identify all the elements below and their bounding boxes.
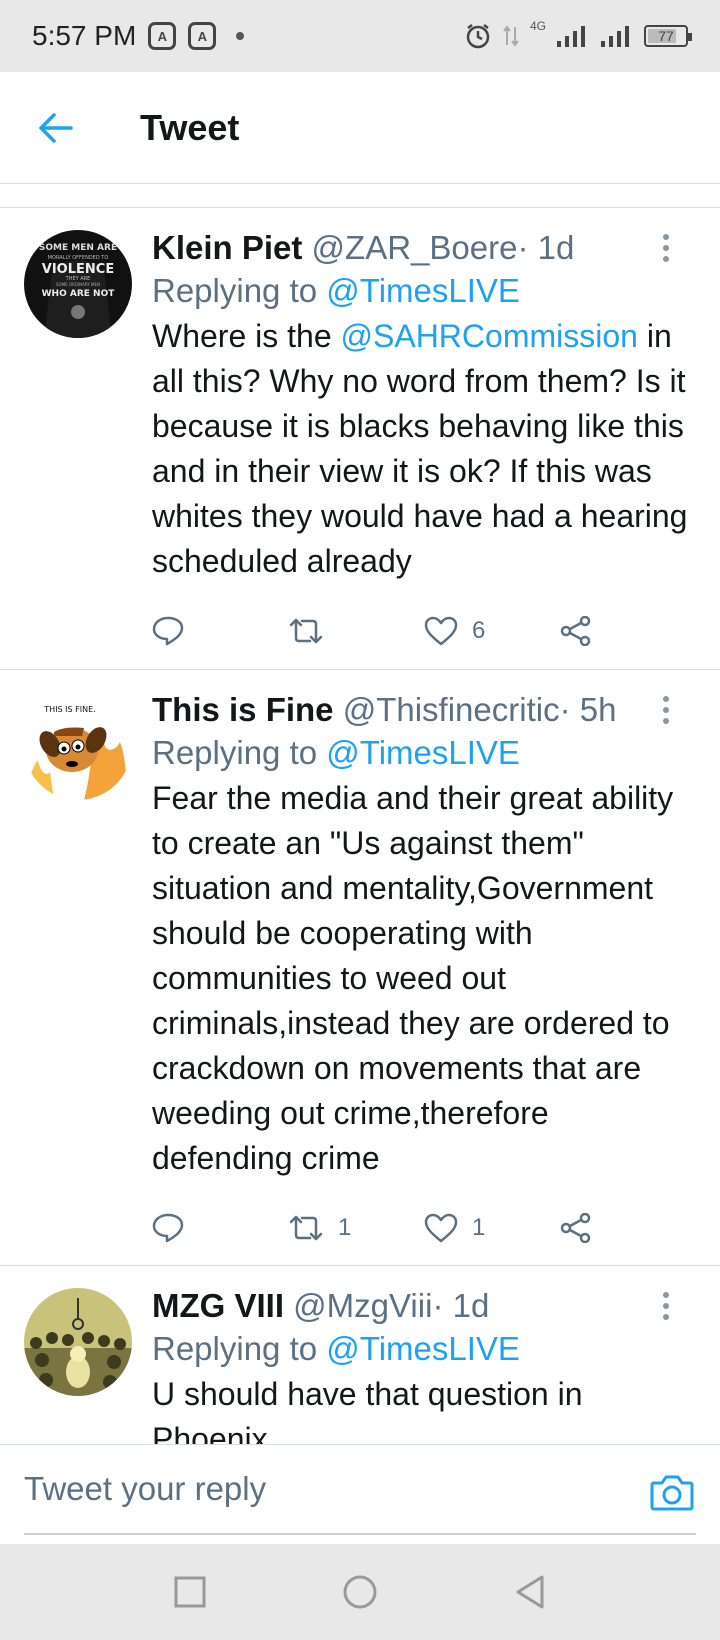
tweet-actions: 1 1 [152, 1181, 696, 1275]
retweet-button[interactable]: 1 [288, 1214, 424, 1242]
svg-text:VIOLENCE: VIOLENCE [42, 262, 114, 277]
retweet-icon [289, 1215, 323, 1241]
tweet-text: Where is the @SAHRCommission in all this… [152, 314, 696, 584]
tweet-text: Fear the media and their great ability t… [152, 780, 674, 1176]
avatar[interactable]: SOME MEN ARE MORALLY OFFENDED TO VIOLENC… [24, 230, 132, 338]
avatar[interactable] [24, 1288, 132, 1396]
replying-prefix: Replying to [152, 734, 318, 771]
reply-button[interactable] [152, 616, 288, 646]
notification-icon: A [148, 22, 177, 50]
signal-icon [601, 26, 629, 47]
replying-to-line: Replying to @TimesLIVE [152, 730, 696, 776]
tweet-text: U should have that question in Phoenix [152, 1376, 583, 1444]
status-bar: 5:57 PM A A 4G 77 [0, 0, 720, 72]
svg-text:THIS IS FINE.: THIS IS FINE. [43, 705, 95, 714]
share-button[interactable] [560, 1213, 696, 1243]
more-options-button[interactable] [654, 1286, 678, 1326]
like-count: 6 [472, 617, 486, 644]
replying-to-link[interactable]: @TimesLIVE [326, 272, 520, 309]
more-options-button[interactable] [654, 690, 678, 730]
retweet-count: 1 [338, 1214, 352, 1241]
avatar[interactable]: THIS IS FINE. [24, 692, 132, 800]
back-nav-button[interactable] [510, 1572, 550, 1612]
like-button[interactable]: 1 [424, 1213, 560, 1243]
reply-icon [152, 616, 184, 646]
input-underline [24, 1533, 696, 1535]
mention-link[interactable]: @SAHRCommission [341, 318, 638, 354]
share-button[interactable] [560, 616, 696, 646]
tweet[interactable]: MZG VIII @MzgViii· 1d Replying to @Times… [0, 1266, 720, 1444]
home-button[interactable] [340, 1572, 380, 1612]
back-button[interactable] [24, 96, 88, 160]
tweet-text-part: in all this? Why no word from them? Is i… [152, 318, 688, 579]
reply-composer [0, 1444, 720, 1544]
status-time: 5:57 PM [32, 20, 137, 51]
like-button[interactable]: 6 [424, 616, 560, 646]
separator-dot: · [559, 691, 571, 728]
retweet-button[interactable] [288, 617, 424, 645]
reply-icon [152, 1213, 184, 1243]
reply-feed[interactable]: SOME MEN ARE MORALLY OFFENDED TO VIOLENC… [0, 208, 720, 1444]
alarm-icon [466, 24, 490, 49]
retweet-icon [289, 618, 323, 644]
tweet[interactable]: SOME MEN ARE MORALLY OFFENDED TO VIOLENC… [0, 208, 720, 670]
author-handle[interactable]: @ZAR_Boere [312, 229, 518, 266]
circle-icon [343, 1575, 377, 1609]
separator-dot: · [517, 229, 529, 266]
heart-icon [424, 616, 458, 646]
replying-prefix: Replying to [152, 272, 318, 309]
author-name[interactable]: MZG VIII [152, 1287, 284, 1324]
more-notifications-dot-icon [236, 32, 245, 40]
heart-icon [424, 1213, 458, 1243]
author-handle[interactable]: @MzgViii [293, 1287, 432, 1324]
recents-button[interactable] [170, 1572, 210, 1612]
author-name[interactable]: Klein Piet [152, 229, 302, 266]
triangle-back-icon [516, 1575, 544, 1609]
svg-text:MORALLY OFFENDED TO: MORALLY OFFENDED TO [48, 255, 109, 261]
replying-to-link[interactable]: @TimesLIVE [326, 734, 520, 771]
share-icon [560, 616, 591, 646]
square-icon [174, 1576, 206, 1608]
like-count: 1 [472, 1214, 486, 1241]
battery-level: 77 [658, 28, 674, 44]
more-options-button[interactable] [654, 228, 678, 268]
arrow-left-icon [39, 112, 73, 143]
replying-to-line: Replying to @TimesLIVE [152, 1326, 696, 1372]
network-type: 4G [529, 19, 546, 33]
tweet[interactable]: THIS IS FINE. This is Fine @Thisfinecrit… [0, 670, 720, 1266]
author-handle[interactable]: @Thisfinecritic [343, 691, 560, 728]
reply-button[interactable] [152, 1213, 288, 1243]
camera-icon [650, 1475, 694, 1511]
camera-button[interactable] [650, 1473, 694, 1513]
replying-to-link[interactable]: @TimesLIVE [326, 1330, 520, 1367]
svg-text:SOME ORDINARY MEN: SOME ORDINARY MEN [56, 282, 100, 287]
system-nav-bar [0, 1544, 720, 1640]
data-transfer-icon [503, 25, 519, 47]
notification-icon: A [188, 22, 217, 50]
divider [0, 184, 720, 208]
reply-input[interactable] [24, 1461, 624, 1517]
app-header: Tweet [0, 72, 720, 184]
signal-icon [557, 26, 585, 47]
tweet-text-part: Where is the [152, 318, 332, 354]
share-icon [560, 1213, 591, 1243]
svg-text:WHO ARE NOT: WHO ARE NOT [42, 289, 116, 299]
author-name[interactable]: This is Fine [152, 691, 334, 728]
separator-dot: · [432, 1287, 444, 1324]
replying-prefix: Replying to [152, 1330, 318, 1367]
tweet-time: 5h [579, 691, 617, 728]
battery-icon: 77 [644, 25, 692, 47]
svg-text:SOME MEN ARE: SOME MEN ARE [39, 243, 117, 253]
page-title: Tweet [140, 106, 240, 148]
tweet-time: 1d [452, 1287, 490, 1324]
tweet-time: 1d [537, 229, 575, 266]
tweet-actions: 6 [152, 584, 696, 678]
replying-to-line: Replying to @TimesLIVE [152, 268, 696, 314]
